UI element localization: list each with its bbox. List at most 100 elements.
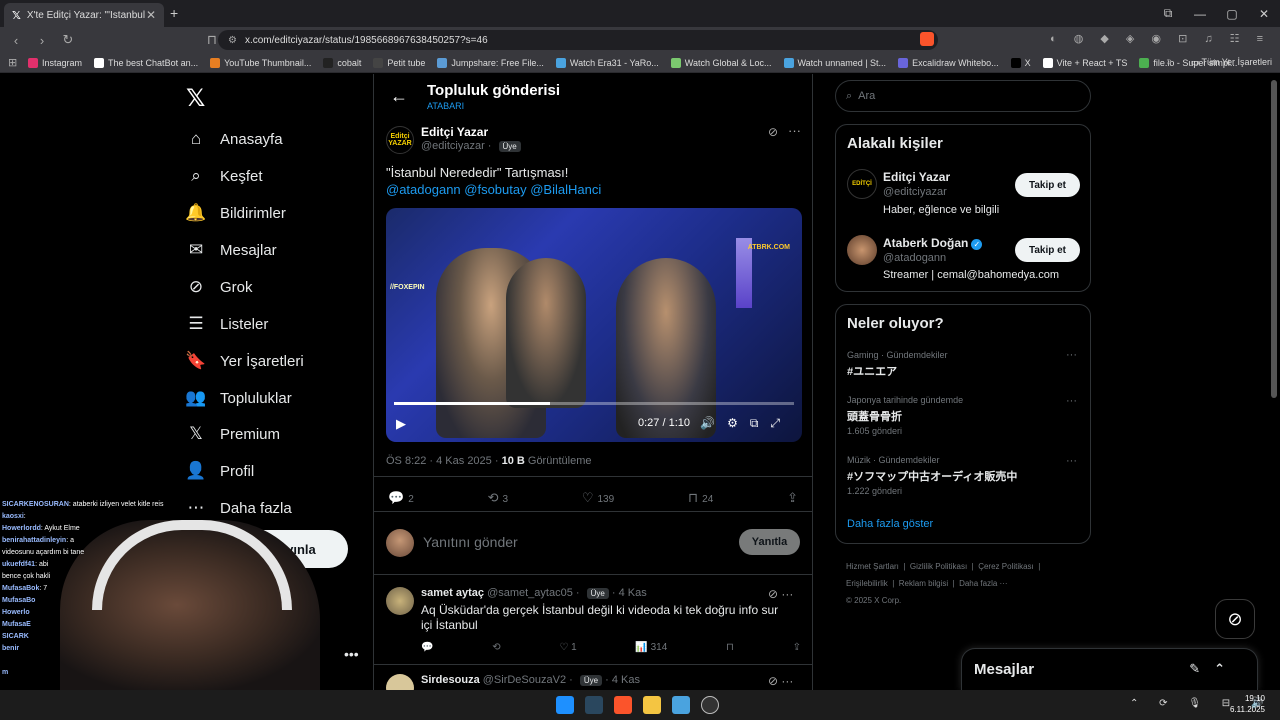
- comment-bookmark-icon[interactable]: ⊓: [726, 642, 734, 653]
- current-user-avatar[interactable]: [386, 529, 414, 557]
- person-handle[interactable]: @editciyazar: [883, 186, 947, 198]
- bookmark-item[interactable]: Jumpshare: Free File...: [437, 57, 544, 68]
- person-name[interactable]: Ataberk Doğan: [883, 236, 968, 250]
- sidebar-item-8[interactable]: 𝕏 Premium: [186, 420, 280, 448]
- site-info-icon[interactable]: ⚙: [228, 35, 237, 46]
- author-name[interactable]: Editçi Yazar: [421, 125, 488, 139]
- show-more-link[interactable]: Daha fazla göster: [847, 518, 933, 530]
- comment-grok-more-icons[interactable]: ⊘ ···: [768, 674, 793, 688]
- minimize-button[interactable]: —: [1184, 7, 1216, 21]
- footer-link[interactable]: Çerez Politikası: [978, 562, 1034, 571]
- maximize-button[interactable]: ▢: [1216, 7, 1248, 21]
- new-tab-button[interactable]: +: [170, 5, 178, 21]
- apps-grid-icon[interactable]: ⊞: [8, 56, 20, 69]
- trend-name[interactable]: #ユニエア: [847, 363, 897, 379]
- comment-grok-more-icons[interactable]: ⊘ ···: [768, 587, 793, 601]
- sidebar-item-2[interactable]: 🔔 Bildirimler: [185, 199, 285, 227]
- trend-more-icon[interactable]: ···: [1066, 395, 1077, 407]
- steam-icon[interactable]: [585, 696, 603, 714]
- more-bookmarks-icon[interactable]: »: [1166, 56, 1172, 67]
- comment-repost-icon[interactable]: ⟲: [492, 642, 500, 653]
- sidebar-item-3[interactable]: ✉ Mesajlar: [186, 236, 277, 264]
- footer-link[interactable]: Reklam bilgisi: [899, 579, 948, 588]
- back-arrow-icon[interactable]: ←: [390, 86, 408, 107]
- footer-link[interactable]: Hizmet Şartları: [846, 562, 899, 571]
- browser-tab[interactable]: 𝕏 X'te Editçi Yazar: "'İstanbul Nere ✕: [4, 3, 164, 27]
- bookmark-item[interactable]: X: [1010, 57, 1031, 68]
- video-progress-bar[interactable]: [394, 402, 794, 405]
- person-avatar[interactable]: EDİTÇİ: [847, 169, 877, 199]
- footer-link[interactable]: Daha fazla ···: [959, 579, 1007, 588]
- trend-more-icon[interactable]: ···: [1066, 349, 1077, 361]
- video-player[interactable]: //FOXEPIN ATBRK.COM ▶ 0:27 / 1:10 🔊⚙⧉⤢: [386, 208, 802, 442]
- bookmark-item[interactable]: Watch Global & Loc...: [670, 57, 772, 68]
- sidebar-item-1[interactable]: ⌕ Keşfet: [186, 162, 262, 190]
- bookmark-item[interactable]: YouTube Thumbnail...: [210, 57, 311, 68]
- bookmark-item[interactable]: cobalt: [323, 57, 361, 68]
- forward-icon[interactable]: ›: [32, 33, 52, 48]
- messages-drawer[interactable]: Mesajlar ✎⌃: [961, 648, 1258, 690]
- bookmark-item[interactable]: Excalidraw Whitebo...: [898, 57, 999, 68]
- post-time[interactable]: ÖS 8:22 · 4 Kas 2025 ·: [386, 455, 502, 467]
- sidebar-item-5[interactable]: ☰ Listeler: [186, 310, 268, 338]
- page-scrollbar[interactable]: [1271, 80, 1277, 398]
- bookmark-item[interactable]: Petit tube: [373, 57, 425, 68]
- url-field[interactable]: ⚙ x.com/editciyazar/status/1985668967638…: [218, 30, 938, 50]
- bookmark-item[interactable]: Watch Era31 - YaRo...: [555, 57, 659, 68]
- comment-like-action[interactable]: ♡ 1: [559, 642, 576, 653]
- comment-author-name[interactable]: Sirdesouza: [421, 674, 480, 686]
- start-icon[interactable]: [556, 696, 574, 714]
- file-explorer-icon[interactable]: [643, 696, 661, 714]
- obs-icon[interactable]: [701, 696, 719, 714]
- comment-author-name[interactable]: samet aytaç: [421, 587, 484, 599]
- trend-name[interactable]: 頭蓋骨骨折: [847, 408, 902, 424]
- bookmark-action[interactable]: ⊓ 24: [688, 490, 713, 506]
- comment-reply-icon[interactable]: 💬: [421, 642, 433, 653]
- grok-explain-icon[interactable]: ⊘: [768, 125, 778, 139]
- share-action[interactable]: ⇪: [787, 490, 802, 506]
- repost-action[interactable]: ⟲ 3: [488, 490, 508, 506]
- comment-time[interactable]: · 4 Kas: [612, 587, 647, 599]
- comment-share-icon[interactable]: ⇪: [793, 642, 801, 653]
- comment-avatar[interactable]: [386, 587, 414, 615]
- footer-link[interactable]: Erişilebilirlik: [846, 579, 888, 588]
- comment-views-action[interactable]: 📊 314: [635, 642, 667, 653]
- like-action[interactable]: ♡ 139: [582, 490, 614, 506]
- sidebar-item-4[interactable]: ⊘ Grok: [186, 273, 253, 301]
- extension-icons[interactable]: ◐ ◍ ◆ ◈ ◉ ⊡ ♫ ☷ ≡: [1050, 32, 1270, 45]
- author-avatar[interactable]: Editçi YAZAR: [386, 126, 414, 154]
- grok-floating-button[interactable]: ⊘: [1215, 599, 1255, 639]
- follow-button[interactable]: Takip et: [1015, 238, 1080, 262]
- search-input[interactable]: ⌕ Ara: [835, 80, 1091, 112]
- account-more-icon[interactable]: •••: [344, 646, 359, 662]
- comment-author-handle[interactable]: @SirDeSouzaV2: [483, 674, 566, 686]
- extensions-icon[interactable]: ⧉: [1152, 6, 1184, 21]
- x-logo-icon[interactable]: 𝕏: [186, 84, 205, 113]
- footer-link[interactable]: Gizlilik Politikası: [910, 562, 967, 571]
- trend-more-icon[interactable]: ···: [1066, 455, 1077, 467]
- trend-name[interactable]: #ソフマップ中古オーディオ販売中: [847, 468, 1017, 484]
- back-icon[interactable]: ‹: [6, 33, 26, 48]
- comment-author-handle[interactable]: @samet_aytac05: [487, 587, 573, 599]
- clock[interactable]: 19:10 6.11.2025: [1230, 693, 1265, 715]
- bookmark-item[interactable]: Watch unnamed | St...: [783, 57, 886, 68]
- community-name[interactable]: ATABARI: [427, 101, 464, 111]
- play-icon[interactable]: ▶: [396, 416, 406, 432]
- reply-input[interactable]: Yanıtını gönder: [423, 534, 518, 550]
- sidebar-item-9[interactable]: 👤 Profil: [185, 457, 254, 485]
- sidebar-item-0[interactable]: ⌂ Anasayfa: [186, 125, 283, 153]
- bookmark-item[interactable]: Instagram: [28, 57, 82, 68]
- close-window-button[interactable]: ✕: [1248, 7, 1280, 21]
- messages-drawer-icons[interactable]: ✎⌃: [1189, 661, 1239, 677]
- follow-button[interactable]: Takip et: [1015, 173, 1080, 197]
- post-mentions[interactable]: @atadogann @fsobutay @BilalHanci: [386, 182, 601, 197]
- reply-action[interactable]: 💬 2: [388, 490, 414, 506]
- post-more-icon[interactable]: ···: [788, 123, 801, 138]
- bookmark-item[interactable]: The best ChatBot an...: [94, 57, 198, 68]
- person-name[interactable]: Editçi Yazar: [883, 170, 950, 184]
- video-controls-icons[interactable]: 🔊⚙⧉⤢: [700, 416, 792, 431]
- reload-icon[interactable]: ↻: [58, 32, 78, 48]
- brave-icon[interactable]: [614, 696, 632, 714]
- reply-button[interactable]: Yanıtla: [739, 529, 800, 555]
- all-bookmarks[interactable]: ▭ Tüm Yer İşaretleri: [1191, 57, 1272, 68]
